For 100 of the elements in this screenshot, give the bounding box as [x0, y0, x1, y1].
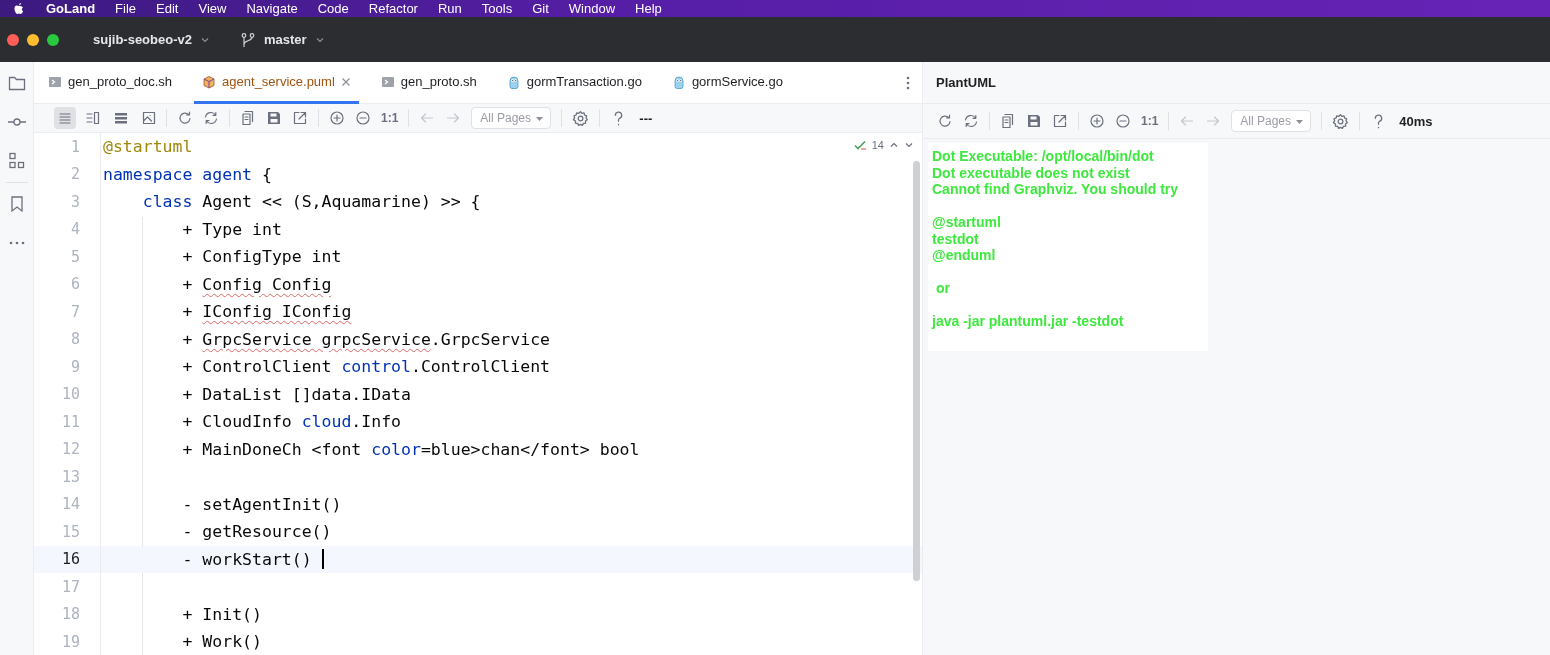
- menu-item[interactable]: Edit: [146, 0, 189, 17]
- actual-size-button[interactable]: 1:1: [1141, 114, 1159, 128]
- error-message: Cannot find Graphviz. You should try: [932, 181, 1180, 198]
- code-line: - getResource(): [181, 522, 332, 542]
- error-message: Dot executable does not exist: [932, 164, 1131, 181]
- code-line: class Agent << (S,Aquamarine) >> {: [141, 192, 481, 212]
- line-number: 9: [34, 353, 101, 381]
- line-number: 3: [34, 188, 101, 216]
- error-message: @startuml: [932, 214, 1002, 231]
- menu-item[interactable]: Run: [427, 0, 472, 17]
- code-line: + DataList []data.IData: [181, 384, 411, 404]
- image-view-icon: [141, 110, 157, 126]
- settings-icon[interactable]: [572, 109, 590, 127]
- inspection-count[interactable]: 14: [871, 139, 884, 151]
- project-selector[interactable]: sujib-seobeo-v2: [87, 28, 216, 51]
- folder-icon[interactable]: [7, 74, 26, 92]
- more-options-icon[interactable]: [906, 74, 910, 91]
- cube-icon: [202, 74, 217, 89]
- scrollbar[interactable]: [913, 161, 920, 581]
- line-number: 1: [34, 133, 101, 161]
- copy-icon[interactable]: [1000, 113, 1016, 129]
- split-view-icon: [85, 110, 101, 126]
- error-message: testdot: [932, 230, 980, 247]
- line-number: 12: [34, 435, 101, 463]
- code-line: + Type int: [181, 219, 282, 239]
- refresh-icon[interactable]: [177, 110, 193, 126]
- line-number: 7: [34, 298, 101, 326]
- menu-item[interactable]: Tools: [471, 0, 523, 17]
- menu-item[interactable]: Code: [307, 0, 359, 17]
- menu-item[interactable]: File: [105, 0, 147, 17]
- code-line: + Work(): [181, 632, 262, 652]
- close-window-icon[interactable]: [7, 33, 19, 46]
- zoom-out-icon[interactable]: [355, 110, 371, 126]
- line-number: 11: [34, 408, 101, 436]
- code-line: - workStart(): [181, 549, 313, 569]
- sync-icon[interactable]: [963, 113, 979, 129]
- menu-item[interactable]: Git: [522, 0, 559, 17]
- error-message: or: [934, 280, 951, 297]
- line-number: 16: [34, 545, 101, 573]
- line-number: 6: [34, 270, 101, 298]
- save-icon[interactable]: [266, 110, 282, 126]
- code-line: + GrpcService grpcService.GrpcService: [181, 329, 551, 349]
- render-status: 40ms: [1399, 113, 1433, 129]
- export-icon[interactable]: [1052, 113, 1068, 129]
- zoom-out-icon[interactable]: [1115, 113, 1131, 129]
- minimize-window-icon[interactable]: [27, 33, 39, 46]
- line-number: 8: [34, 325, 101, 353]
- menu-item[interactable]: Help: [625, 0, 672, 17]
- branch-icon: [239, 31, 256, 48]
- structure-icon[interactable]: [7, 152, 26, 170]
- gopher-icon: [506, 74, 521, 89]
- line-number: 15: [34, 518, 101, 546]
- line-number: 18: [34, 600, 101, 628]
- copy-icon[interactable]: [240, 110, 256, 126]
- menu-item[interactable]: Window: [558, 0, 626, 17]
- line-number: 13: [34, 463, 101, 491]
- editor-tab[interactable]: gormTransaction.go: [498, 62, 650, 104]
- line-number: 14: [34, 490, 101, 518]
- check-icon[interactable]: [852, 138, 867, 152]
- code-line: namespace agent {: [102, 164, 272, 184]
- maximize-window-icon[interactable]: [47, 33, 59, 46]
- code-line: @startuml: [102, 137, 193, 157]
- branch-selector[interactable]: master: [233, 27, 331, 52]
- zoom-in-icon[interactable]: [1089, 113, 1105, 129]
- error-message: java -jar plantuml.jar -testdot: [932, 313, 1125, 330]
- editor-tab[interactable]: gormService.go: [663, 62, 791, 104]
- gopher-icon: [671, 74, 686, 89]
- zoom-in-icon[interactable]: [329, 110, 345, 126]
- code-line: + Init(): [181, 604, 262, 624]
- line-number: 4: [34, 215, 101, 243]
- code-line: + ConfigType int: [181, 247, 342, 267]
- actual-size-button[interactable]: 1:1: [381, 111, 399, 125]
- line-number: 19: [34, 628, 101, 655]
- menu-item[interactable]: Refactor: [358, 0, 428, 17]
- terminal-icon: [48, 74, 62, 89]
- caret-down-icon[interactable]: [904, 140, 914, 150]
- code-line: + MainDoneCh <font color=blue>chan</font> bool: [181, 439, 640, 459]
- menu-item[interactable]: Navigate: [236, 0, 308, 17]
- line-number: 17: [34, 573, 101, 601]
- menu-item[interactable]: View: [188, 0, 237, 17]
- close-icon[interactable]: [340, 76, 351, 87]
- code-line: + CloudInfo cloud.Info: [181, 412, 402, 432]
- settings-icon[interactable]: [1332, 112, 1350, 130]
- editor-tab[interactable]: gen_proto_doc.sh: [40, 62, 181, 104]
- line-number: 5: [34, 243, 101, 271]
- text-cursor: [321, 549, 324, 570]
- error-message: Dot Executable: /opt/local/bin/dot: [932, 148, 1155, 165]
- apple-icon[interactable]: [12, 0, 26, 17]
- refresh-icon[interactable]: [937, 113, 953, 129]
- save-icon[interactable]: [1026, 113, 1042, 129]
- code-line: + IConfig IConfig: [181, 302, 352, 322]
- caret-up-icon[interactable]: [889, 140, 899, 150]
- line-number: 10: [34, 380, 101, 408]
- editor-tab[interactable]: gen_proto.sh: [372, 62, 485, 104]
- sync-icon[interactable]: [203, 110, 219, 126]
- code-line: + Config Config: [181, 274, 332, 294]
- terminal-icon: [380, 74, 395, 89]
- code-line: - setAgentInit(): [181, 494, 342, 514]
- export-icon[interactable]: [292, 110, 308, 126]
- app-menu[interactable]: GoLand: [26, 1, 106, 16]
